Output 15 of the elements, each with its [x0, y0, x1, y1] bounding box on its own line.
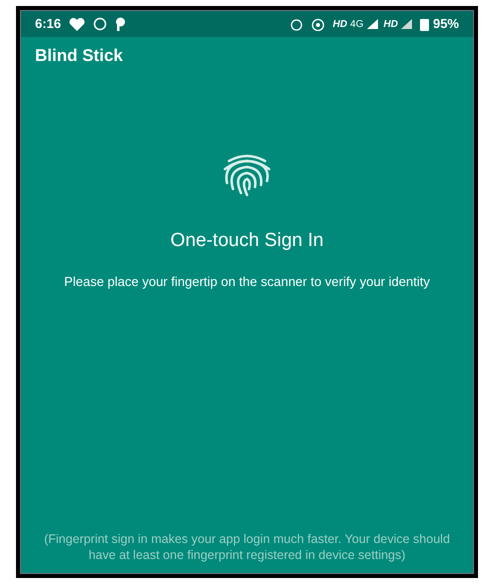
sign-in-heading: One-touch Sign In	[170, 229, 324, 253]
pin-icon	[115, 17, 126, 31]
status-time: 6:16	[35, 15, 62, 34]
network-label: HD	[384, 18, 398, 32]
signal-icon	[400, 19, 412, 29]
network-label: 4G	[350, 18, 364, 32]
heart-icon	[69, 18, 86, 30]
footer-note: (Fingerprint sign in makes your app login much faster. Your device should have at least one fingerprint registered in device settings)	[43, 531, 451, 564]
battery-level: 95%	[432, 15, 459, 34]
sign-in-message: Please place your fingertip on the scanner to verify your identity	[63, 272, 431, 290]
hotspot-icon	[310, 18, 325, 30]
app-title: Blind Stick	[35, 45, 123, 68]
signal-icon	[366, 19, 378, 29]
network-label: HD	[332, 18, 348, 32]
battery-icon	[420, 18, 429, 30]
